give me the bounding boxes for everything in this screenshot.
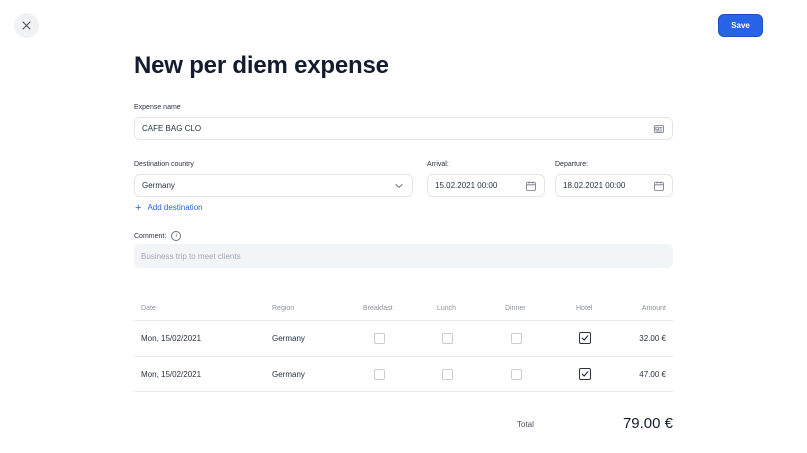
- id-card-icon[interactable]: [654, 124, 664, 134]
- hotel-checkbox[interactable]: [579, 332, 591, 344]
- add-destination-link[interactable]: + Add destination: [135, 201, 203, 214]
- row-amount: 47.00 €: [639, 370, 666, 379]
- row-amount: 32.00 €: [639, 334, 666, 343]
- column-header-hotel: Hotel: [576, 305, 593, 312]
- destination-country-value: Germany: [142, 181, 175, 190]
- departure-date-input[interactable]: 18.02.2021 00:00: [555, 174, 673, 197]
- expense-name-label: Expense name: [134, 104, 181, 111]
- table-header: Date Region Breakfast Lunch Dinner Hotel…: [134, 300, 673, 320]
- total-label: Total: [517, 420, 534, 429]
- column-header-lunch: Lunch: [437, 305, 457, 312]
- comment-input[interactable]: [134, 244, 673, 268]
- lunch-checkbox[interactable]: [442, 369, 453, 380]
- per-diem-table: Date Region Breakfast Lunch Dinner Hotel…: [134, 300, 673, 392]
- lunch-checkbox[interactable]: [442, 333, 453, 344]
- table-row: Mon, 15/02/2021 Germany 32.00 €: [134, 320, 673, 356]
- checkmark-icon: [581, 371, 589, 377]
- calendar-icon[interactable]: [526, 181, 536, 191]
- comment-label: Comment:: [134, 232, 167, 240]
- breakfast-checkbox[interactable]: [374, 369, 385, 380]
- plus-icon: +: [135, 201, 142, 214]
- hotel-checkbox[interactable]: [579, 368, 591, 380]
- close-icon: [22, 21, 31, 30]
- add-destination-label: Add destination: [147, 203, 203, 212]
- departure-label: Departure:: [555, 161, 589, 168]
- column-header-amount: Amount: [641, 305, 666, 312]
- info-icon[interactable]: i: [171, 231, 182, 241]
- column-header-dinner: Dinner: [505, 305, 526, 312]
- destination-country-label: Destination country: [134, 161, 194, 168]
- page-title: New per diem expense: [134, 52, 389, 79]
- arrival-label: Arrival:: [427, 161, 449, 168]
- save-button[interactable]: Save: [718, 14, 763, 37]
- destination-country-select[interactable]: Germany: [134, 174, 413, 197]
- checkmark-icon: [581, 335, 589, 341]
- dinner-checkbox[interactable]: [511, 369, 522, 380]
- dinner-checkbox[interactable]: [511, 333, 522, 344]
- column-header-region: Region: [272, 305, 295, 312]
- column-header-breakfast: Breakfast: [363, 305, 393, 312]
- expense-name-field[interactable]: CAFE BAG CLO: [134, 117, 673, 140]
- column-header-date: Date: [141, 305, 156, 312]
- comment-label-row: Comment: i: [134, 231, 182, 241]
- expense-name-value: CAFE BAG CLO: [142, 124, 202, 133]
- calendar-icon[interactable]: [654, 181, 664, 191]
- row-region: Germany: [272, 334, 305, 343]
- chevron-down-icon: [395, 184, 403, 188]
- breakfast-checkbox[interactable]: [374, 333, 385, 344]
- row-date: Mon, 15/02/2021: [141, 334, 202, 343]
- close-button[interactable]: [14, 13, 39, 38]
- row-region: Germany: [272, 370, 305, 379]
- arrival-date-input[interactable]: 15.02.2021 00:00: [427, 174, 545, 197]
- row-date: Mon, 15/02/2021: [141, 370, 202, 379]
- total-value: 79.00 €: [622, 415, 673, 432]
- table-row: Mon, 15/02/2021 Germany 47.00 €: [134, 356, 673, 392]
